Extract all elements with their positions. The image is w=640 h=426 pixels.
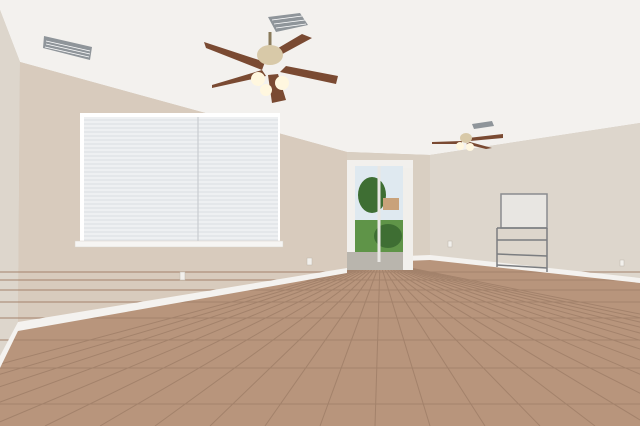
outdoor-tree bbox=[358, 177, 386, 213]
power-outlet-icon bbox=[306, 257, 313, 266]
sliding-door-icon[interactable] bbox=[347, 160, 413, 270]
outdoor-house bbox=[383, 198, 399, 210]
fan-motor bbox=[257, 45, 283, 65]
window-blinds-icon bbox=[74, 113, 284, 248]
power-outlet-icon bbox=[619, 259, 625, 267]
left-side-wall bbox=[0, 10, 20, 365]
window-sill bbox=[74, 240, 284, 248]
empty-room-scene bbox=[0, 0, 640, 426]
patio-floor bbox=[347, 252, 403, 270]
power-outlet-icon bbox=[179, 271, 186, 281]
door-curtain bbox=[403, 168, 413, 260]
power-outlet-icon bbox=[447, 240, 453, 248]
